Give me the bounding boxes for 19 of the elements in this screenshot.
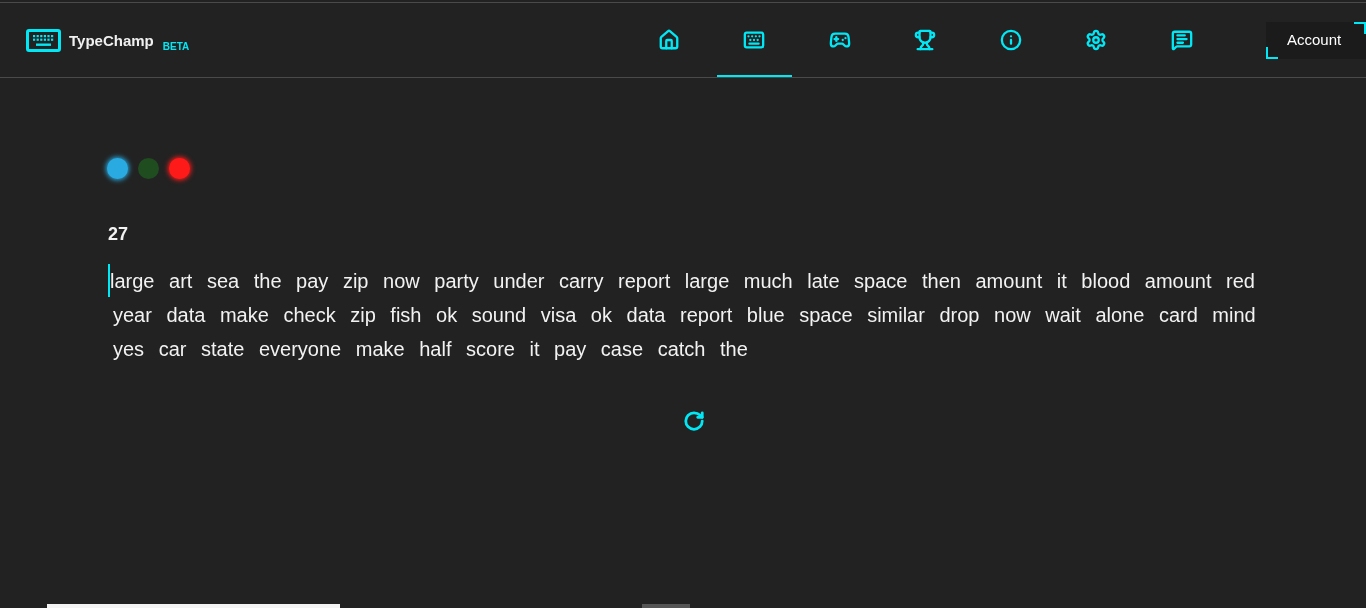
panel-edge: [642, 604, 690, 608]
info-icon: [999, 29, 1022, 51]
counter-text: 27: [108, 223, 129, 246]
refresh-icon: [683, 410, 705, 432]
settings-icon: [1085, 29, 1107, 51]
corner-bracket-icon: [1354, 21, 1366, 34]
gamepad-icon: [828, 29, 851, 51]
account-button[interactable]: Account: [1266, 21, 1366, 59]
app-title: TypeChamp: [69, 32, 154, 48]
keyboard-icon: [743, 29, 765, 51]
restart-button[interactable]: [683, 410, 705, 432]
typing-text: large art sea the pay zip now party under carry report large much late space then amount it blood amount red year data make check zip fish ok sound visa ok data report blue space similar drop now wait alone card mind yes car state everyone make half score it pay case catch the: [110, 269, 1257, 362]
beta-label: BETA: [162, 42, 190, 52]
trophy-icon: [914, 29, 936, 51]
corner-bracket-icon: [1266, 46, 1278, 59]
keyboard-logo-icon: [26, 28, 61, 52]
chat-icon: [1170, 29, 1193, 51]
text-caret: [108, 264, 110, 297]
home-icon: [657, 29, 680, 51]
